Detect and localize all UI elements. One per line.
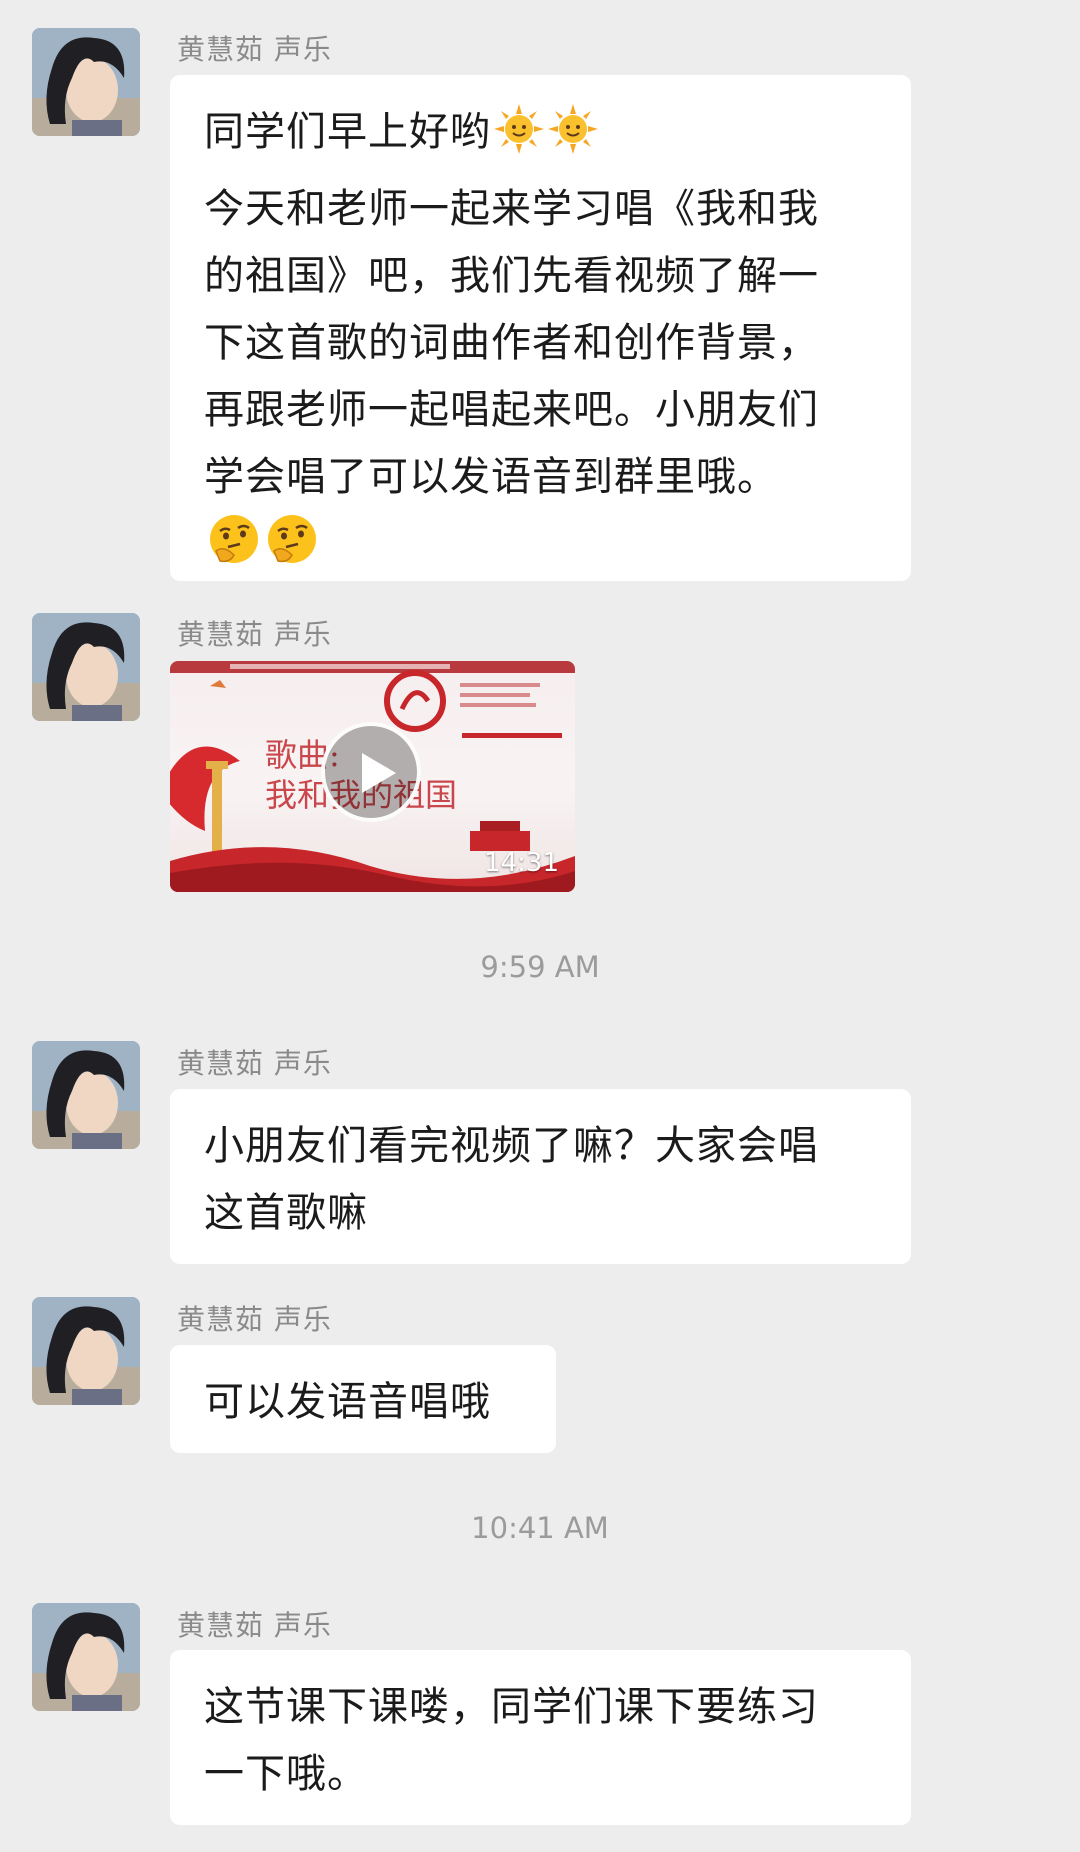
avatar[interactable] — [32, 613, 140, 721]
avatar[interactable] — [32, 1041, 140, 1149]
message-line: 这节课下课喽，同学们课下要练习 — [204, 1684, 819, 1730]
message-bubble[interactable]: 这节课下课喽，同学们课下要练习 一下哦。 — [170, 1650, 911, 1825]
message-bubble[interactable]: 同学们早上好哟 今天和老师一起来学习唱《我和我 的祖国》吧，我们先看视频了解一 … — [170, 75, 911, 581]
message-line: 再跟老师一起唱起来吧。小朋友们 — [204, 387, 819, 433]
sender-name: 黄慧茹 声乐 — [177, 1609, 332, 1642]
timestamp: 9:59 AM — [480, 950, 600, 984]
avatar[interactable] — [32, 28, 140, 136]
thinking-face-emoji — [206, 511, 262, 588]
message-bubble[interactable]: 可以发语音唱哦 — [170, 1345, 556, 1453]
avatar[interactable] — [32, 1603, 140, 1711]
message-line: 这首歌嘛 — [204, 1190, 368, 1236]
video-message[interactable]: 歌曲: 我和我的祖国 14:31 — [170, 661, 575, 892]
message-bubble[interactable]: 小朋友们看完视频了嘛？大家会唱 这首歌嘛 — [170, 1089, 911, 1264]
message-line: 今天和老师一起来学习唱《我和我 — [204, 186, 819, 232]
play-icon[interactable] — [321, 722, 421, 822]
timestamp: 10:41 AM — [471, 1511, 609, 1545]
sender-name: 黄慧茹 声乐 — [177, 618, 332, 651]
message-line: 学会唱了可以发语音到群里哦。 — [204, 454, 778, 500]
message-line: 可以发语音唱哦 — [204, 1379, 491, 1425]
thinking-face-emoji — [264, 511, 320, 588]
avatar[interactable] — [32, 1297, 140, 1405]
sender-name: 黄慧茹 声乐 — [177, 1303, 332, 1336]
message-line: 同学们早上好哟 — [204, 99, 881, 176]
message-line: 的祖国》吧，我们先看视频了解一 — [204, 253, 819, 299]
sender-name: 黄慧茹 声乐 — [177, 1047, 332, 1080]
message-line: 一下哦。 — [204, 1751, 368, 1797]
message-line: 小朋友们看完视频了嘛？大家会唱 — [204, 1123, 819, 1169]
sun-emoji — [547, 103, 599, 176]
message-line: 下这首歌的词曲作者和创作背景， — [204, 320, 819, 366]
sender-name: 黄慧茹 声乐 — [177, 33, 332, 66]
video-duration: 14:31 — [484, 848, 559, 878]
emoji-line — [204, 511, 881, 588]
sun-emoji — [493, 103, 545, 176]
